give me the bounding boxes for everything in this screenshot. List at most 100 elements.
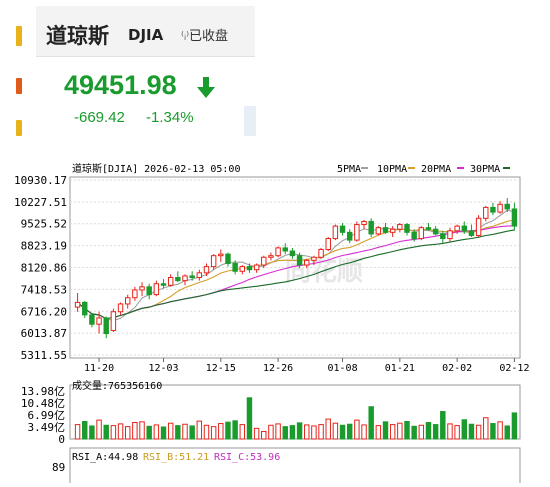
candle-body-down bbox=[404, 224, 410, 233]
candle bbox=[103, 316, 109, 339]
volume-bar bbox=[397, 422, 403, 440]
price-tick-label: 6716.20 bbox=[21, 305, 67, 318]
candle-body-down bbox=[411, 231, 417, 240]
candle-body-up bbox=[275, 247, 281, 257]
candle bbox=[218, 249, 224, 262]
legend-ma10-swatch bbox=[408, 167, 415, 169]
price-change: -669.42 bbox=[74, 109, 125, 126]
candle-body-up bbox=[117, 303, 124, 313]
candle-body-down bbox=[346, 231, 353, 241]
candle-body-down bbox=[232, 262, 238, 272]
volume-bar bbox=[124, 426, 131, 440]
volume-bar bbox=[346, 423, 353, 440]
volume-bar bbox=[117, 423, 124, 440]
candle-body-down bbox=[82, 301, 88, 316]
volume-bar bbox=[404, 420, 410, 440]
legend-ma30-swatch bbox=[503, 167, 510, 169]
price-tick-label: 8823.19 bbox=[21, 240, 67, 253]
candle bbox=[325, 237, 331, 252]
date-tick-label: 12-15 bbox=[206, 363, 236, 374]
volume-bar bbox=[318, 424, 324, 440]
candle bbox=[153, 280, 160, 297]
volume-bar bbox=[203, 424, 210, 440]
candle bbox=[497, 201, 503, 214]
candle-body-down bbox=[89, 314, 95, 325]
volume-bar bbox=[103, 424, 109, 440]
candle-body-down bbox=[461, 225, 468, 232]
volume-bar bbox=[425, 422, 432, 440]
candle-body-up bbox=[132, 289, 138, 299]
last-price: 49451.98 bbox=[64, 70, 177, 100]
legend-ma20-swatch bbox=[457, 167, 464, 169]
volume-bar bbox=[490, 423, 496, 440]
candle-body-up bbox=[418, 227, 425, 240]
candle-body-up bbox=[74, 301, 81, 308]
volume-bar bbox=[167, 422, 174, 440]
volume-bar bbox=[304, 424, 310, 440]
candle bbox=[490, 202, 496, 216]
candle-body-down bbox=[160, 283, 167, 286]
candle-body-down bbox=[382, 227, 389, 233]
candle-body-up bbox=[454, 225, 460, 232]
date-tick-label: 12-03 bbox=[148, 363, 178, 374]
volume-bar bbox=[146, 425, 152, 440]
price-tick-label: 10930.17 bbox=[14, 174, 67, 187]
volume-bar bbox=[440, 411, 446, 440]
candle bbox=[275, 246, 281, 258]
candle-body-up bbox=[167, 276, 174, 286]
candle bbox=[440, 230, 446, 244]
volume-bar bbox=[504, 425, 510, 440]
date-tick-label: 01-08 bbox=[327, 363, 357, 374]
volume-bar bbox=[296, 422, 303, 440]
candle-body-down bbox=[296, 255, 303, 266]
candle bbox=[225, 252, 231, 267]
candle-body-down bbox=[175, 276, 181, 282]
candle-body-up bbox=[497, 203, 503, 213]
side-button-edge[interactable] bbox=[244, 106, 256, 136]
volume-bar bbox=[218, 423, 224, 440]
candle bbox=[397, 222, 403, 233]
volume-bar bbox=[339, 424, 346, 440]
rsi-c-label: RSI_C:53.96 bbox=[214, 452, 280, 463]
left-edge-strip bbox=[0, 0, 30, 150]
candle-body-up bbox=[261, 256, 267, 266]
volume-bar bbox=[232, 420, 238, 440]
volume-bar bbox=[189, 425, 195, 440]
candle-body-down bbox=[146, 286, 152, 296]
candle-body-up bbox=[124, 297, 131, 305]
candle-body-down bbox=[368, 220, 374, 235]
candle-body-up bbox=[397, 224, 403, 230]
volume-bar bbox=[447, 423, 453, 440]
candle bbox=[432, 226, 439, 236]
down-arrow-icon bbox=[197, 77, 215, 98]
volume-bar bbox=[354, 419, 360, 440]
volume-bar bbox=[375, 425, 382, 440]
candle bbox=[389, 226, 396, 238]
candle-body-up bbox=[354, 224, 360, 241]
candle-body-down bbox=[432, 228, 439, 235]
candle-body-up bbox=[268, 255, 274, 258]
candle-body-up bbox=[389, 228, 396, 233]
volume-bar bbox=[368, 406, 374, 440]
candle bbox=[146, 283, 152, 300]
candle bbox=[117, 302, 124, 315]
volume-bar bbox=[282, 426, 288, 440]
volume-bar bbox=[225, 421, 231, 440]
candle-body-up bbox=[361, 220, 367, 226]
candle-body-down bbox=[246, 266, 253, 271]
candle-body-up bbox=[96, 317, 102, 325]
candle-body-down bbox=[504, 203, 510, 210]
candle-body-up bbox=[375, 227, 382, 235]
price-tick-label: 9525.52 bbox=[21, 218, 67, 231]
candle bbox=[332, 224, 339, 241]
volume-bar bbox=[96, 419, 102, 440]
candle bbox=[354, 221, 360, 242]
signal-icon: ⁽ᵢ⁾ bbox=[181, 29, 190, 43]
candle bbox=[404, 222, 410, 236]
candle-body-down bbox=[189, 275, 195, 278]
volume-bar bbox=[275, 423, 281, 440]
index-code: DJIA bbox=[128, 26, 164, 44]
left-strip-icons bbox=[16, 26, 22, 136]
price-tick-label: 5311.55 bbox=[21, 349, 67, 362]
volume-bar bbox=[132, 422, 138, 440]
